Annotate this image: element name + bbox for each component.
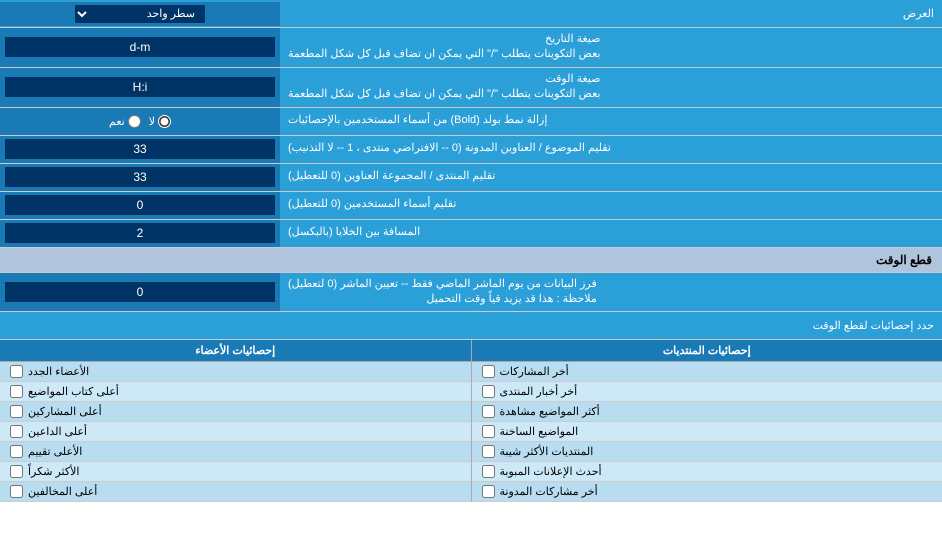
form-input-1[interactable] xyxy=(5,77,275,97)
form-input-cell-5[interactable] xyxy=(0,192,280,219)
checkbox-item[interactable]: أخر المشاركات xyxy=(472,362,942,382)
form-input-4[interactable] xyxy=(5,167,275,187)
checkbox-item[interactable]: أحدث الإعلانات المبوبة xyxy=(472,462,942,482)
form-row-2: إزالة نمط بولد (Bold) من أسماء المستخدمي… xyxy=(0,108,942,136)
checkbox-3[interactable] xyxy=(10,425,23,438)
checkbox-6[interactable] xyxy=(482,485,495,498)
form-input-cell-6[interactable] xyxy=(0,220,280,247)
checkbox-4[interactable] xyxy=(482,445,495,458)
form-input-0[interactable] xyxy=(5,37,275,57)
checkboxes-columns: إحصائيات المنتديات أخر المشاركات أخر أخبا… xyxy=(0,340,942,502)
checkbox-3[interactable] xyxy=(482,425,495,438)
checkbox-label: أخر أخبار المنتدى xyxy=(500,385,578,398)
form-label-0: صيغة التاريخ بعض التكوينات يتطلب "/" الت… xyxy=(280,28,942,67)
checkbox-label: الأكثر شكراً xyxy=(28,465,79,478)
checkbox-5[interactable] xyxy=(10,465,23,478)
checkbox-label: الأعلى تقييم xyxy=(28,445,82,458)
cutoff-input[interactable] xyxy=(5,282,275,302)
checkbox-6[interactable] xyxy=(10,485,23,498)
form-input-3[interactable] xyxy=(5,139,275,159)
form-input-cell-4[interactable] xyxy=(0,164,280,191)
col-forums: إحصائيات المنتديات أخر المشاركات أخر أخبا… xyxy=(471,340,942,502)
checkbox-item[interactable]: المنتديات الأكثر شيبة xyxy=(472,442,942,462)
form-input-6[interactable] xyxy=(5,223,275,243)
checkbox-label: أخر مشاركات المدونة xyxy=(500,485,598,498)
checkbox-label: الأعضاء الجدد xyxy=(28,365,89,378)
col-forums-header: إحصائيات المنتديات xyxy=(472,340,942,362)
form-label-5: تقليم أسماء المستخدمين (0 للتعطيل) xyxy=(280,192,942,219)
form-input-cell-2[interactable]: لا نعم xyxy=(0,108,280,135)
checkbox-label: أعلى المشاركين xyxy=(28,405,102,418)
checkbox-0[interactable] xyxy=(10,365,23,378)
checkbox-1[interactable] xyxy=(10,385,23,398)
form-label-1: صيغة الوقت بعض التكوينات يتطلب "/" التي … xyxy=(280,68,942,107)
col-members: إحصائيات الأعضاء الأعضاء الجدد أعلى كتاب … xyxy=(0,340,471,502)
form-label-3: تقليم الموضوع / العناوين المدونة (0 -- ا… xyxy=(280,136,942,163)
radio-yes-label-2[interactable]: نعم xyxy=(109,115,141,128)
form-row-5: تقليم أسماء المستخدمين (0 للتعطيل) xyxy=(0,192,942,220)
checkbox-label: أحدث الإعلانات المبوبة xyxy=(500,465,602,478)
limit-label: حدد إحصائيات لقطع الوقت xyxy=(0,315,942,336)
col-members-header: إحصائيات الأعضاء xyxy=(0,340,471,362)
checkbox-item[interactable]: أعلى كتاب المواضيع xyxy=(0,382,471,402)
checkbox-item[interactable]: أخر مشاركات المدونة xyxy=(472,482,942,502)
checkbox-item[interactable]: أعلى المخالفين xyxy=(0,482,471,502)
cutoff-row: فرز البيانات من يوم الماشر الماضي فقط --… xyxy=(0,273,942,313)
form-row-1: صيغة الوقت بعض التكوينات يتطلب "/" التي … xyxy=(0,68,942,108)
checkbox-item[interactable]: أكثر المواضيع مشاهدة xyxy=(472,402,942,422)
section-cutoff-header: قطع الوقت xyxy=(0,248,942,273)
checkbox-label: المواضيع الساخنة xyxy=(500,425,579,438)
checkbox-item[interactable]: الأعضاء الجدد xyxy=(0,362,471,382)
form-label-6: المسافة بين الخلايا (بالبكسل) xyxy=(280,220,942,247)
form-row-4: تقليم المنتدى / المجموعة العناوين (0 للت… xyxy=(0,164,942,192)
checkbox-4[interactable] xyxy=(10,445,23,458)
form-label-4: تقليم المنتدى / المجموعة العناوين (0 للت… xyxy=(280,164,942,191)
form-input-cell-3[interactable] xyxy=(0,136,280,163)
checkbox-item[interactable]: المواضيع الساخنة xyxy=(472,422,942,442)
checkbox-item[interactable]: الأعلى تقييم xyxy=(0,442,471,462)
form-input-cell-0[interactable] xyxy=(0,28,280,67)
form-row-0: صيغة التاريخ بعض التكوينات يتطلب "/" الت… xyxy=(0,28,942,68)
limit-row: حدد إحصائيات لقطع الوقت xyxy=(0,312,942,340)
checkbox-item[interactable]: أعلى الداعين xyxy=(0,422,471,442)
checkbox-1[interactable] xyxy=(482,385,495,398)
checkbox-5[interactable] xyxy=(482,465,495,478)
top-label: العرض xyxy=(280,3,942,24)
checkbox-label: أخر المشاركات xyxy=(500,365,569,378)
form-input-cell-1[interactable] xyxy=(0,68,280,107)
form-row-3: تقليم الموضوع / العناوين المدونة (0 -- ا… xyxy=(0,136,942,164)
checkbox-item[interactable]: أعلى المشاركين xyxy=(0,402,471,422)
checkbox-2[interactable] xyxy=(10,405,23,418)
checkbox-label: أكثر المواضيع مشاهدة xyxy=(500,405,600,418)
checkbox-item[interactable]: الأكثر شكراً xyxy=(0,462,471,482)
checkbox-label: أعلى كتاب المواضيع xyxy=(28,385,119,398)
cutoff-label: فرز البيانات من يوم الماشر الماضي فقط --… xyxy=(280,273,942,312)
cutoff-input-cell[interactable] xyxy=(0,273,280,312)
checkbox-item[interactable]: أخر أخبار المنتدى xyxy=(472,382,942,402)
form-label-2: إزالة نمط بولد (Bold) من أسماء المستخدمي… xyxy=(280,108,942,135)
checkbox-label: المنتديات الأكثر شيبة xyxy=(500,445,594,458)
checkbox-label: أعلى الداعين xyxy=(28,425,87,438)
display-select[interactable]: سطر واحد سطرين ثلاثة أسطر xyxy=(75,5,205,23)
checkbox-2[interactable] xyxy=(482,405,495,418)
top-row: العرض سطر واحد سطرين ثلاثة أسطر xyxy=(0,0,942,28)
checkbox-label: أعلى المخالفين xyxy=(28,485,97,498)
radio-no-label-2[interactable]: لا xyxy=(149,115,171,128)
top-select-cell[interactable]: سطر واحد سطرين ثلاثة أسطر xyxy=(0,2,280,26)
form-input-5[interactable] xyxy=(5,195,275,215)
checkbox-0[interactable] xyxy=(482,365,495,378)
form-row-6: المسافة بين الخلايا (بالبكسل) xyxy=(0,220,942,248)
